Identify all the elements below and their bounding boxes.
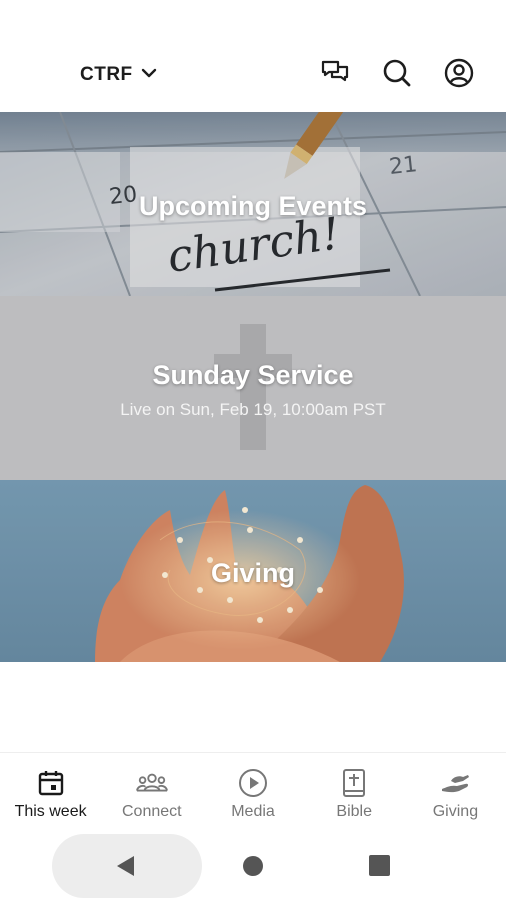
- recents-icon[interactable]: [369, 855, 390, 881]
- nav-label: Giving: [432, 803, 479, 820]
- chevron-down-icon: [141, 66, 157, 84]
- calendar-icon: [35, 767, 67, 799]
- nav-label: This week: [14, 803, 87, 820]
- bible-icon: [338, 767, 370, 799]
- upcoming-events-card[interactable]: 20 21 church! Upcoming Events: [0, 112, 506, 296]
- card-title: Upcoming Events: [138, 191, 368, 221]
- giving-card[interactable]: Giving: [0, 480, 506, 662]
- nav-item-media[interactable]: Media: [202, 753, 303, 830]
- card-title: Sunday Service: [152, 360, 354, 390]
- group-icon: [135, 767, 168, 799]
- org-name: CTRF: [80, 64, 133, 85]
- app-header: CTRF: [0, 0, 506, 112]
- nav-label: Bible: [336, 803, 372, 820]
- account-icon[interactable]: [442, 56, 476, 90]
- card-title: Giving: [210, 558, 295, 588]
- nav-label: Media: [231, 803, 275, 820]
- nav-item-giving[interactable]: Giving: [405, 753, 506, 830]
- nav-item-bible[interactable]: Bible: [304, 753, 405, 830]
- card-subtitle: Live on Sun, Feb 19, 10:00am PST: [120, 400, 386, 419]
- giving-hand-icon: [439, 767, 471, 799]
- bottom-nav: This week Connect Media Bible Giving: [0, 752, 506, 830]
- nav-label: Connect: [122, 803, 182, 820]
- home-icon[interactable]: [242, 855, 264, 882]
- play-icon: [237, 767, 269, 799]
- system-nav-bar: [0, 830, 506, 900]
- sunday-service-card[interactable]: Sunday Service Live on Sun, Feb 19, 10:0…: [0, 296, 506, 480]
- org-switcher[interactable]: CTRF: [80, 60, 157, 90]
- chat-icon[interactable]: [318, 56, 352, 90]
- back-icon[interactable]: [114, 854, 138, 883]
- nav-item-connect[interactable]: Connect: [101, 753, 202, 830]
- nav-item-this-week[interactable]: This week: [0, 753, 101, 830]
- search-icon[interactable]: [380, 56, 414, 90]
